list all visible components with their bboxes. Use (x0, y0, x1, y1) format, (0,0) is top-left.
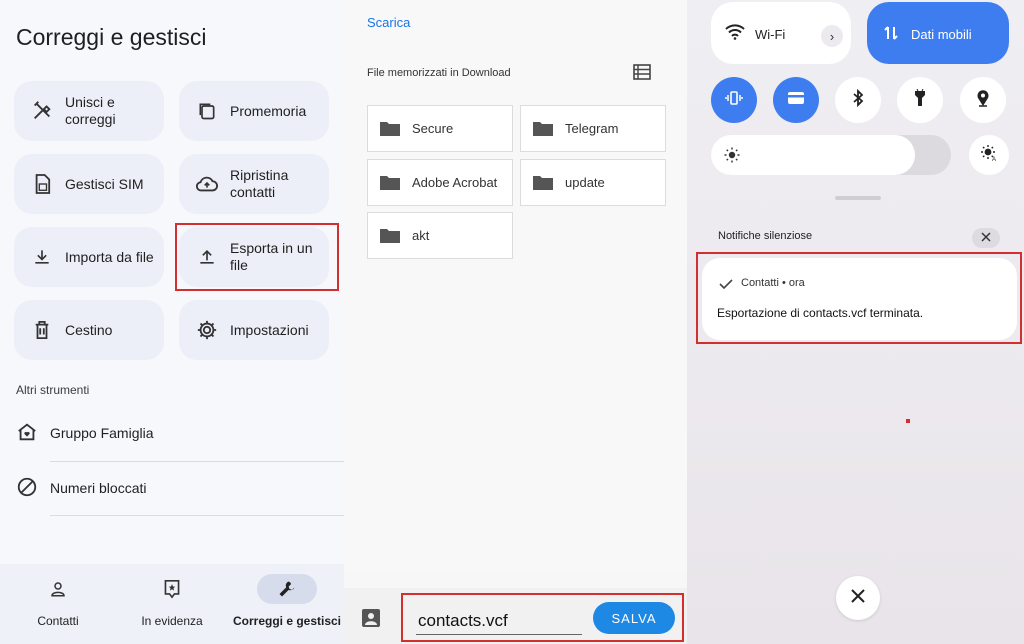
trash-icon (30, 318, 54, 342)
tile-label: Importa da file (65, 248, 154, 265)
folder-icon (380, 174, 402, 192)
location-toggle[interactable] (960, 77, 1006, 123)
list-item-blocked-numbers[interactable]: Numeri bloccati (0, 462, 344, 514)
nav-highlights[interactable]: In evidenza (141, 564, 203, 644)
breadcrumb[interactable]: Scarica (367, 15, 410, 30)
folder-item[interactable]: Telegram (520, 105, 666, 152)
auto-brightness-toggle[interactable]: A (969, 135, 1009, 175)
gear-icon (195, 318, 219, 342)
folder-subheading: File memorizzati in Download (367, 67, 511, 79)
sun-icon (724, 147, 740, 168)
folder-item[interactable]: Adobe Acrobat (367, 159, 513, 206)
mobile-data-label: Dati mobili (911, 27, 972, 42)
folder-name: Telegram (565, 121, 619, 136)
section-label: Altri strumenti (16, 383, 90, 397)
folder-name: Secure (412, 121, 454, 136)
wifi-tile[interactable]: Wi-Fi › (711, 2, 851, 64)
tile-trash[interactable]: Cestino (14, 300, 164, 360)
folder-item[interactable]: akt (367, 212, 513, 259)
chevron-right-icon[interactable]: › (821, 25, 843, 47)
list-view-icon[interactable] (633, 64, 653, 82)
wifi-icon (725, 24, 745, 45)
nav-label: Correggi e gestisci (232, 614, 342, 628)
credit-card-icon (787, 91, 805, 110)
save-highlight-box (401, 593, 684, 642)
close-icon (850, 588, 866, 609)
list-item-family-group[interactable]: Gruppo Famiglia (0, 407, 344, 459)
flashlight-toggle[interactable] (897, 77, 943, 123)
auto-brightness-icon: A (980, 144, 998, 167)
tile-merge-fix[interactable]: Unisci e correggi (14, 81, 164, 141)
tile-label: Unisci e correggi (65, 94, 116, 127)
tile-label: Promemoria (230, 102, 307, 119)
block-icon (16, 476, 40, 500)
location-icon (976, 89, 990, 112)
tile-label: Ripristina contatti (230, 167, 289, 200)
close-icon (981, 229, 991, 247)
folder-item[interactable]: update (520, 159, 666, 206)
wrench-icon (257, 574, 317, 604)
bottom-navigation: Contatti In evidenza Correggi e gestisci (0, 564, 344, 644)
tile-manage-sim[interactable]: Gestisci SIM (14, 154, 164, 214)
notifications-header: Notifiche silenziose (718, 230, 813, 242)
folder-icon (380, 120, 402, 138)
tile-import-file[interactable]: Importa da file (14, 227, 164, 287)
folder-name: akt (412, 228, 430, 243)
tile-label: Gestisci SIM (65, 175, 144, 192)
download-icon (30, 245, 54, 269)
nav-label: In evidenza (141, 614, 203, 628)
brightness-fill (711, 135, 915, 175)
vibrate-icon (725, 89, 743, 112)
red-dot-marker (906, 419, 910, 423)
cloud-restore-icon (195, 172, 219, 196)
vibrate-toggle[interactable] (711, 77, 757, 123)
notification-highlight-box (696, 252, 1022, 344)
folder-icon (533, 174, 555, 192)
reminder-icon (195, 99, 219, 123)
clear-notifications-button[interactable] (972, 228, 1000, 248)
drag-handle[interactable] (835, 196, 881, 200)
export-highlight-box (175, 223, 339, 291)
brightness-slider[interactable] (711, 135, 951, 175)
account-icon[interactable] (361, 608, 381, 628)
bluetooth-icon (851, 88, 865, 112)
sim-card-icon (30, 172, 54, 196)
page-title: Correggi e gestisci (16, 24, 207, 50)
divider (50, 515, 344, 516)
tile-label: Impostazioni (230, 321, 309, 338)
nav-fix-manage[interactable]: Correggi e gestisci (232, 564, 342, 644)
nav-contacts[interactable]: Contatti (28, 564, 88, 644)
tile-restore-contacts[interactable]: Ripristina contatti (179, 154, 329, 214)
tile-reminders[interactable]: Promemoria (179, 81, 329, 141)
mobile-data-icon (883, 25, 899, 46)
folder-item[interactable]: Secure (367, 105, 513, 152)
bluetooth-toggle[interactable] (835, 77, 881, 123)
file-save-screen: Scarica File memorizzati in Download Sec… (344, 0, 687, 644)
folder-name: update (565, 175, 605, 190)
dismiss-button[interactable] (836, 576, 880, 620)
person-icon (28, 574, 88, 604)
list-item-label: Numeri bloccati (50, 480, 147, 496)
tile-settings[interactable]: Impostazioni (179, 300, 329, 360)
file-browser: Scarica File memorizzati in Download Sec… (344, 0, 687, 570)
notification-shade: Wi-Fi › Dati mobili A Notifiche silenzio… (687, 0, 1024, 644)
tile-label: Cestino (65, 321, 113, 338)
folder-icon (533, 120, 555, 138)
folder-name: Adobe Acrobat (412, 175, 498, 190)
nav-label: Contatti (37, 614, 79, 628)
list-item-label: Gruppo Famiglia (50, 425, 154, 441)
card-toggle[interactable] (773, 77, 819, 123)
flashlight-icon (913, 88, 927, 112)
mobile-data-tile[interactable]: Dati mobili (867, 2, 1009, 64)
family-home-icon (16, 421, 40, 445)
folder-icon (380, 227, 402, 245)
merge-tools-icon (30, 99, 54, 123)
wifi-label: Wi-Fi (755, 27, 786, 42)
svg-text:A: A (992, 157, 996, 162)
composite-screenshot: Correggi e gestisci Unisci e correggi Pr… (0, 0, 1024, 644)
contacts-manage-screen: Correggi e gestisci Unisci e correggi Pr… (0, 0, 344, 644)
highlights-icon (142, 574, 202, 604)
